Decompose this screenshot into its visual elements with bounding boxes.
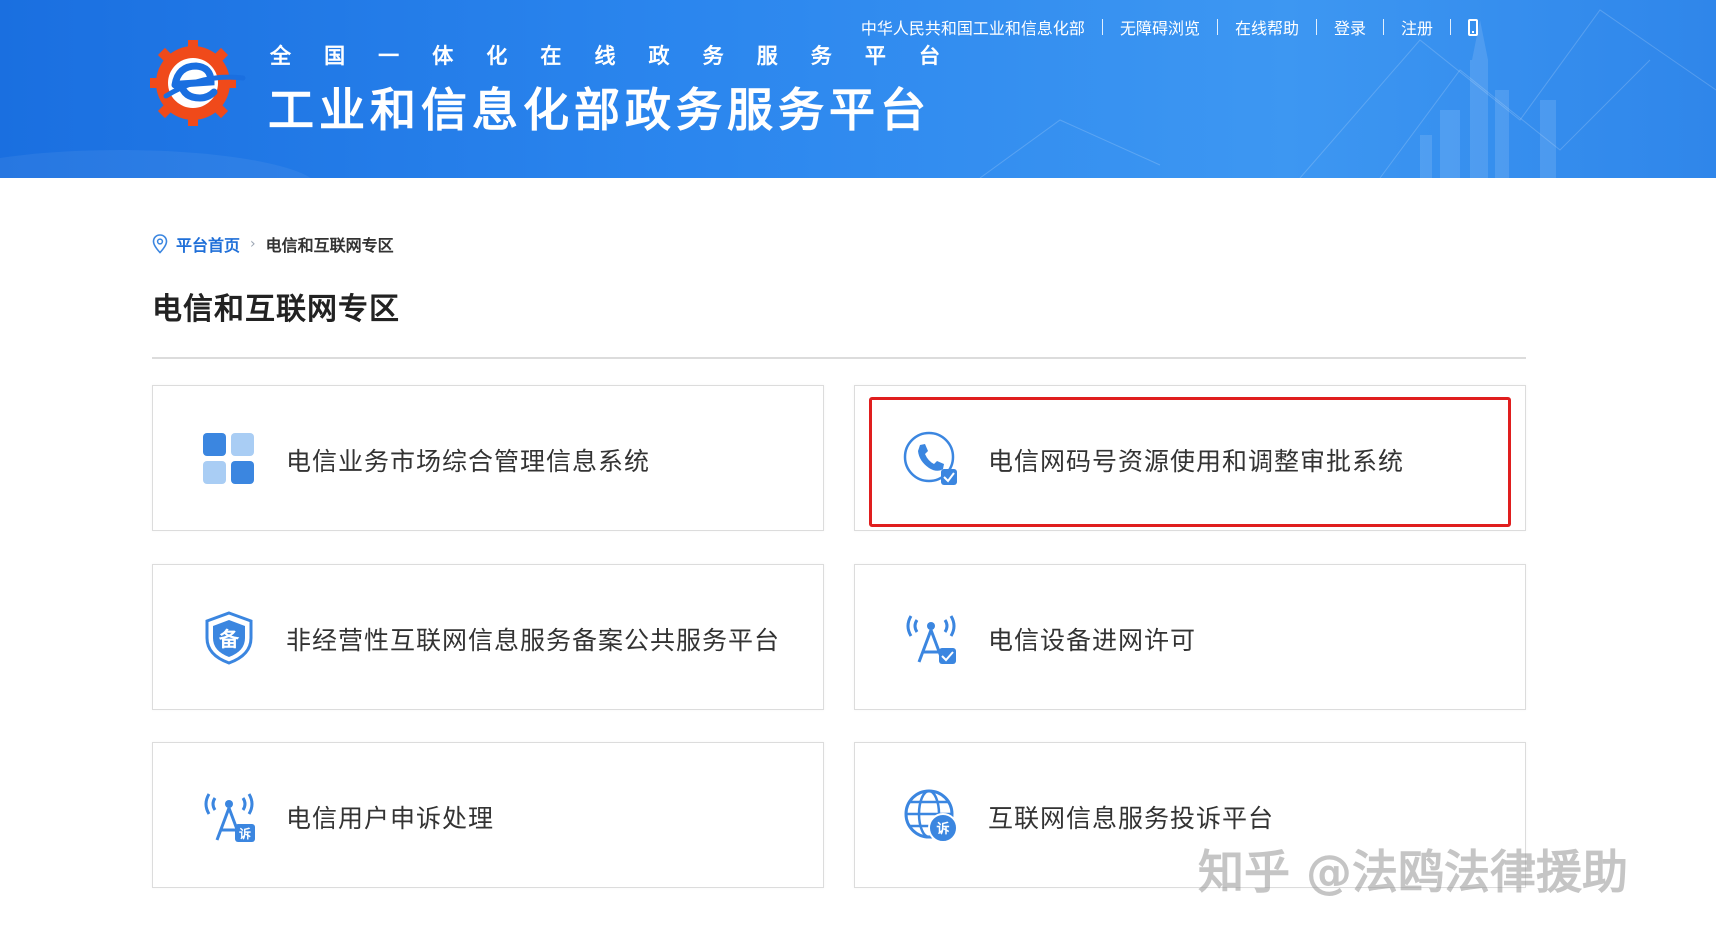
ministry-link[interactable]: 中华人民共和国工业和信息化部	[861, 15, 1085, 39]
top-nav: 中华人民共和国工业和信息化部 无障碍浏览 在线帮助 登录 注册	[861, 15, 1478, 39]
phone-check-icon	[903, 431, 957, 485]
service-card-label: 电信用户申诉处理	[286, 804, 495, 833]
watermark: 知乎 @法鸥法律援助	[1198, 845, 1629, 899]
breadcrumb-current: 电信和互联网专区	[265, 236, 394, 255]
register-link[interactable]: 注册	[1401, 15, 1433, 39]
nav-divider	[1101, 19, 1103, 35]
nav-divider	[1315, 19, 1317, 35]
ministry-logo[interactable]	[148, 38, 248, 128]
service-card-market-management[interactable]: 电信业务市场综合管理信息系统	[152, 385, 824, 531]
nav-divider	[1216, 19, 1218, 35]
breadcrumb-separator: ›	[250, 236, 256, 252]
mobile-phone-icon[interactable]	[1468, 18, 1478, 36]
svg-text:诉: 诉	[936, 821, 949, 837]
service-card-label: 电信网码号资源使用和调整审批系统	[988, 447, 1405, 476]
antenna-complaint-icon: 诉	[204, 793, 255, 842]
nav-divider	[1450, 19, 1451, 35]
accessibility-link[interactable]: 无障碍浏览	[1120, 15, 1200, 39]
help-link[interactable]: 在线帮助	[1235, 15, 1299, 39]
service-card-label: 互联网信息服务投诉平台	[988, 804, 1275, 833]
breadcrumb-home-link[interactable]: 平台首页	[176, 232, 240, 256]
header-banner: 全国一体化在线政务服务平台 工业和信息化部政务服务平台 中华人民共和国工业和信息…	[0, 0, 1716, 178]
slogan: 全国一体化在线政务服务平台	[270, 44, 940, 68]
svg-text:备: 备	[218, 627, 240, 651]
nav-divider	[1382, 19, 1384, 35]
service-card-label: 非经营性互联网信息服务备案公共服务平台	[286, 626, 781, 655]
page-title: 电信和互联网专区	[152, 292, 400, 327]
shield-bei-icon: 备	[205, 611, 253, 665]
globe-complaint-icon: 诉	[904, 789, 958, 843]
service-card-icp-filing[interactable]: 备 非经营性互联网信息服务备案公共服务平台	[152, 564, 824, 710]
service-card-number-resources[interactable]: 电信网码号资源使用和调整审批系统	[854, 385, 1526, 531]
site-title[interactable]: 工业和信息化部政务服务平台	[268, 74, 931, 140]
title-divider	[152, 357, 1526, 359]
breadcrumb: 平台首页 › 电信和互联网专区	[152, 232, 394, 256]
service-card-equipment-license[interactable]: 电信设备进网许可	[854, 564, 1526, 710]
login-link[interactable]: 登录	[1334, 15, 1366, 39]
location-pin-icon	[152, 234, 168, 254]
service-card-user-complaint[interactable]: 诉 电信用户申诉处理	[152, 742, 824, 888]
four-squares-icon	[203, 433, 254, 484]
service-card-label: 电信业务市场综合管理信息系统	[286, 447, 651, 476]
antenna-check-icon	[906, 615, 956, 664]
svg-text:诉: 诉	[239, 826, 251, 841]
service-card-label: 电信设备进网许可	[988, 626, 1197, 655]
